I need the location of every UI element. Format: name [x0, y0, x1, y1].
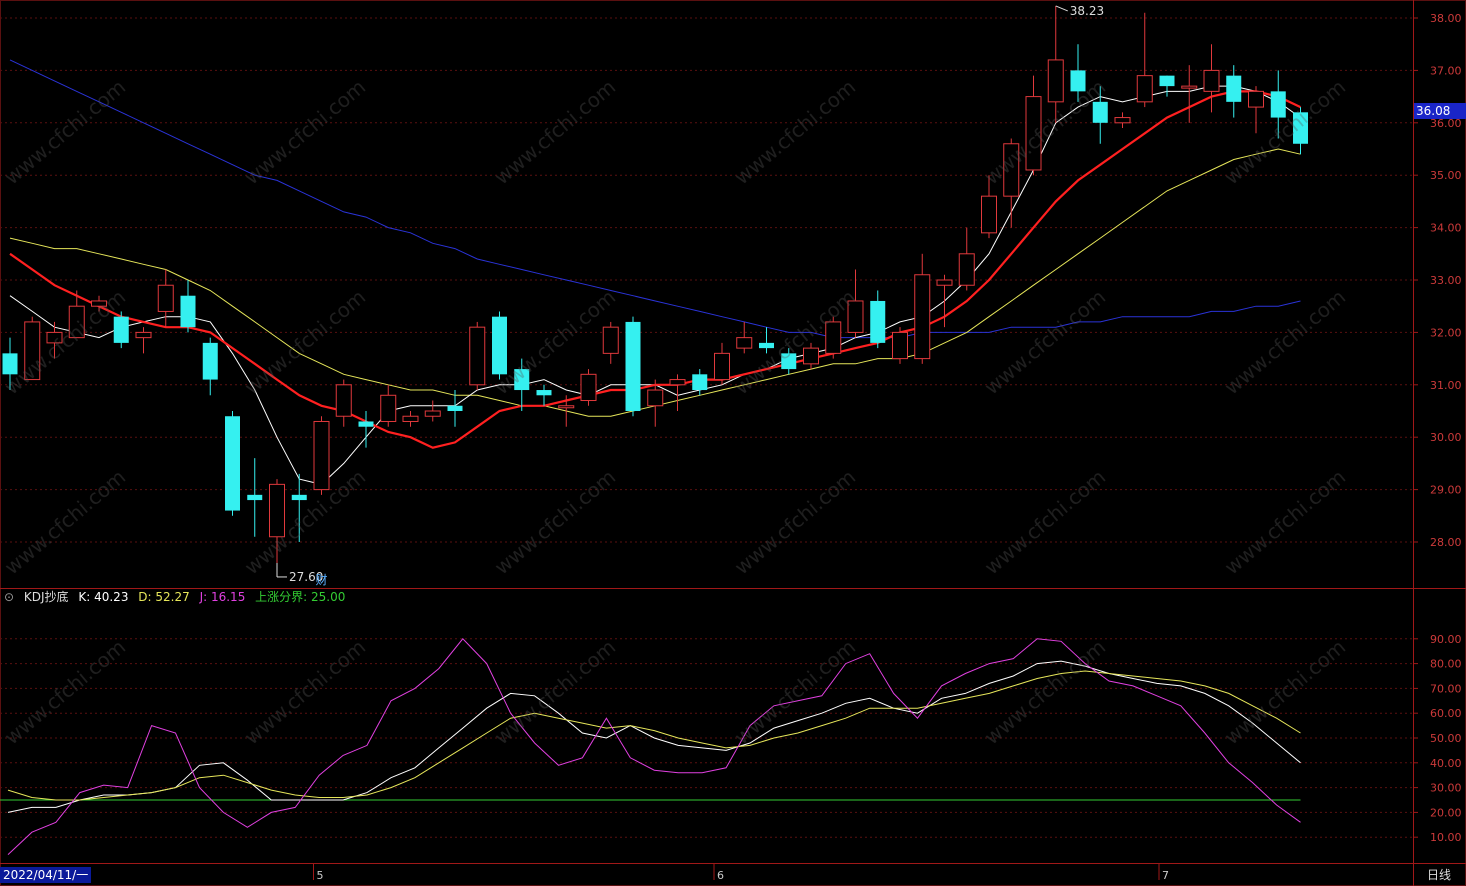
kdj-tick-label: 70.00: [1430, 682, 1462, 695]
candle-body-up: [914, 274, 931, 360]
price-tick-label: 35.00: [1430, 169, 1462, 182]
candle-body-up: [602, 326, 619, 354]
kdj-tick-label: 30.00: [1430, 782, 1462, 795]
kdj-d-value: D: 52.27: [138, 590, 190, 604]
candle-body-down: [180, 295, 196, 328]
kdj-tick-label: 50.00: [1430, 732, 1462, 745]
candle-body-up: [1181, 85, 1198, 89]
candle-body-down: [625, 321, 641, 411]
high-marker-arrow: [1055, 5, 1068, 12]
candle-body-up: [803, 347, 819, 365]
candle-body-up: [380, 394, 397, 422]
kdj-tick-label: 10.00: [1430, 831, 1462, 844]
candle-body-down: [1226, 75, 1242, 102]
candle-body-down: [492, 316, 507, 375]
event-marker: 财: [316, 573, 328, 587]
candle-body-down: [113, 316, 129, 343]
candle-body-down: [225, 416, 240, 511]
kdj-line-j: [7, 638, 1301, 855]
kdj-tick-label: 60.00: [1430, 707, 1462, 720]
start-date-label[interactable]: 2022/04/11/一: [0, 867, 92, 883]
candle-body-down: [247, 494, 263, 501]
candle-body-up: [402, 415, 419, 422]
candle-body-down: [202, 342, 218, 380]
kdj-collapse-icon[interactable]: ⊙: [4, 590, 14, 604]
date-tick-label: 7: [1162, 869, 1169, 882]
kdj-header: ⊙ KDJ抄底 K: 40.23 D: 52.27 J: 16.15 上涨分界:…: [4, 589, 351, 605]
candle-body-up: [1114, 117, 1131, 124]
period-label[interactable]: 日线: [1427, 866, 1451, 883]
kdj-tick-label: 90.00: [1430, 633, 1462, 646]
current-price-tag: 36.08: [1414, 103, 1466, 119]
candle-body-up: [313, 420, 330, 491]
kdj-tick-label: 40.00: [1430, 757, 1462, 770]
candle-body-up: [647, 389, 664, 407]
kdj-j-value: J: 16.15: [199, 590, 246, 604]
price-tick-label: 29.00: [1430, 484, 1462, 497]
candle-body-up: [135, 331, 152, 339]
candle-body-down: [536, 390, 552, 396]
candle-body-up: [892, 331, 908, 360]
date-tick-label: 6: [717, 869, 724, 882]
kdj-k-value: K: 40.23: [78, 590, 129, 604]
candle-body-up: [714, 352, 730, 381]
candle-body-up: [958, 253, 975, 286]
candle-body-down: [358, 421, 374, 427]
price-tick-label: 28.00: [1430, 536, 1462, 549]
kdj-line-d: [7, 670, 1301, 801]
candle-body-up: [981, 195, 997, 234]
kdj-tick-label: 80.00: [1430, 658, 1462, 671]
candle-body-up: [669, 379, 686, 386]
kdj-indicator-name[interactable]: KDJ抄底: [24, 590, 69, 604]
candle-body-up: [335, 384, 352, 417]
chart-frame: [0, 0, 1466, 886]
candle-body-down: [1270, 91, 1286, 118]
candle-body-down: [1159, 75, 1175, 87]
candle-body-up: [936, 279, 953, 286]
stock-chart: 28.00 29.00 30.00 31.00 32.00 33.00 34.00 35.00…: [0, 0, 1466, 886]
kdj-threshold-value: 上涨分界: 25.00: [255, 590, 346, 604]
price-tick-label: 37.00: [1430, 64, 1462, 77]
high-marker-label: 38.23: [1070, 4, 1104, 18]
price-tick-label: 32.00: [1430, 326, 1462, 339]
candle-body-up: [424, 410, 441, 417]
candle-body-up: [1047, 59, 1064, 103]
candle-body-down: [692, 374, 708, 391]
candle-body-up: [1248, 90, 1264, 108]
date-tick-label: 5: [317, 869, 324, 882]
candle-body-up: [736, 337, 753, 349]
candle-body-down: [291, 494, 307, 501]
price-tick-label: 38.00: [1430, 12, 1462, 25]
kdj-tick-label: 20.00: [1430, 806, 1462, 819]
candle-body-up: [469, 326, 486, 386]
candle-body-up: [157, 284, 174, 312]
price-tick-label: 34.00: [1430, 222, 1462, 235]
candle-body-down: [870, 300, 886, 343]
candle-body-up: [580, 373, 597, 402]
candle-body-up: [558, 405, 575, 409]
candle-body-up: [1136, 75, 1153, 103]
ma-line-blue: [9, 59, 1301, 339]
candle-body-up: [1203, 69, 1220, 92]
price-tick-label: 30.00: [1430, 431, 1462, 444]
price-tick-label: 33.00: [1430, 274, 1462, 287]
price-tick-label: 31.00: [1430, 379, 1462, 392]
candle-body-down: [447, 405, 463, 411]
